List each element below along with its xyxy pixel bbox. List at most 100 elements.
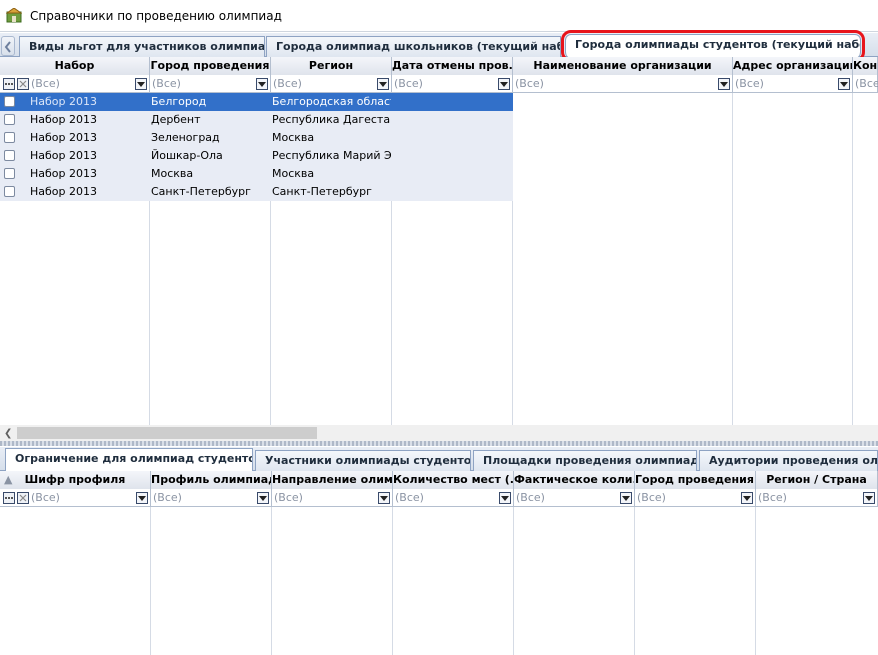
chevron-left-icon (4, 41, 11, 53)
sort-up-icon: ▲ (4, 473, 13, 486)
column-header-city[interactable]: Город проведения... (635, 471, 756, 490)
window-titlebar: Справочники по проведению олимпиад (0, 0, 878, 32)
filter-cell-seats: (Все) (393, 489, 514, 507)
filter-dropdown-button[interactable] (863, 492, 875, 504)
cell-city: Дербент (151, 113, 201, 126)
filter-cell-cancel-date: (Все) (392, 75, 513, 93)
clear-filter-button[interactable] (17, 78, 29, 90)
tab-auditoriums[interactable]: Аудитории проведения олимп (699, 450, 878, 471)
filter-text: (Все) (855, 77, 878, 90)
filter-text: (Все) (758, 491, 787, 504)
column-divider (513, 507, 514, 655)
filter-text: (Все) (515, 77, 544, 90)
column-header-org-address[interactable]: Адрес организации (733, 57, 853, 76)
cell-city: Йошкар-Ола (151, 149, 223, 162)
filter-dropdown-button[interactable] (135, 78, 147, 90)
cell-region: Белгородская область (272, 95, 391, 108)
tab-label: Ограничение для олимпиад студентов (15, 452, 253, 465)
filter-dropdown-button[interactable] (136, 492, 148, 504)
tab-label: Города олимпиады студентов (текущий набо… (575, 38, 861, 51)
filter-dropdown-button[interactable] (256, 78, 268, 90)
column-divider (150, 507, 151, 655)
filter-dropdown-button[interactable] (499, 492, 511, 504)
column-header-direction[interactable]: Направление олим... (272, 471, 393, 490)
top-grid: Набор Город проведения Регион Дата отмен… (0, 57, 878, 425)
filter-dropdown-button[interactable] (377, 78, 389, 90)
ellipsis-icon (5, 83, 13, 85)
tab-benefit-types[interactable]: Виды льгот для участников олимпиад (19, 36, 265, 57)
filter-dropdown-button[interactable] (838, 78, 850, 90)
filter-dropdown-button[interactable] (718, 78, 730, 90)
tab-venues[interactable]: Площадки проведения олимпиады (473, 450, 697, 471)
row-checkbox[interactable] (4, 150, 15, 161)
column-header-contacts[interactable]: Конт (853, 57, 878, 76)
table-row[interactable]: Набор 2013 Санкт-Петербург Санкт-Петербу… (0, 183, 513, 201)
table-row[interactable]: Набор 2013 Зеленоград Москва (0, 129, 513, 147)
window-title: Справочники по проведению олимпиад (30, 9, 282, 23)
tab-school-cities[interactable]: Города олимпиад школьников (текущий набо… (266, 36, 561, 57)
column-header-org-name[interactable]: Наименование организации (513, 57, 733, 76)
top-tabstrip: Виды льгот для участников олимпиад Город… (0, 30, 878, 62)
column-header-city[interactable]: Город проведения (150, 57, 271, 76)
table-row[interactable]: Набор 2013 Белгород Белгородская область (0, 93, 513, 111)
table-row[interactable]: Набор 2013 Москва Москва (0, 165, 513, 183)
cell-city: Белгород (151, 95, 207, 108)
scroll-left-arrow-icon[interactable]: ❮ (4, 428, 12, 439)
bottom-grid: ▲ Шифр профиля Профиль олимпиад... Напра… (0, 471, 878, 655)
filter-text: (Все) (395, 491, 424, 504)
row-checkbox[interactable] (4, 114, 15, 125)
more-options-button[interactable] (3, 78, 15, 90)
cell-nabor: Набор 2013 (30, 149, 97, 162)
tab-student-participants[interactable]: Участники олимпиады студентов (255, 450, 471, 471)
cell-region: Республика Марий Эл (272, 149, 391, 162)
column-header-seats[interactable]: Количество мест (... (393, 471, 514, 490)
cell-city: Москва (151, 167, 194, 180)
filter-text: (Все) (152, 77, 181, 90)
more-options-button[interactable] (3, 492, 15, 504)
column-header-region[interactable]: Регион (271, 57, 392, 76)
horizontal-scrollbar[interactable]: ❮ (0, 425, 878, 441)
column-header-olympiad-profile[interactable]: Профиль олимпиад... (151, 471, 272, 490)
row-checkbox[interactable] (4, 168, 15, 179)
clear-filter-button[interactable] (17, 492, 29, 504)
panel-splitter[interactable] (0, 441, 878, 446)
filter-dropdown-button[interactable] (257, 492, 269, 504)
filter-dropdown-button[interactable] (378, 492, 390, 504)
filter-text: (Все) (31, 77, 60, 90)
tab-label: Города олимпиад школьников (текущий набо… (276, 40, 561, 53)
filter-dropdown-button[interactable] (620, 492, 632, 504)
tab-label: Участники олимпиады студентов (265, 454, 471, 467)
table-row[interactable]: Набор 2013 Дербент Республика Дагестан (0, 111, 513, 129)
column-header-region-country[interactable]: Регион / Страна (756, 471, 878, 490)
table-row[interactable]: Набор 2013 Йошкар-Ола Республика Марий Э… (0, 147, 513, 165)
tab-student-cities[interactable]: Города олимпиады студентов (текущий набо… (561, 30, 865, 62)
filter-text: (Все) (273, 77, 302, 90)
dropdown-arrow-icon (743, 496, 751, 501)
tab-label: Виды льгот для участников олимпиад (29, 40, 265, 53)
column-divider (852, 93, 853, 425)
tab-student-restrictions[interactable]: Ограничение для олимпиад студентов (5, 448, 253, 472)
cell-nabor: Набор 2013 (30, 185, 97, 198)
dropdown-arrow-icon (500, 82, 508, 87)
column-header-cancel-date[interactable]: Дата отмены пров... (392, 57, 513, 76)
tab-label: Аудитории проведения олимп (709, 454, 878, 467)
row-checkbox[interactable] (4, 96, 15, 107)
column-header-label: Шифр профиля (24, 473, 126, 486)
scrollbar-thumb[interactable] (17, 427, 317, 439)
dropdown-arrow-icon (380, 496, 388, 501)
row-checkbox[interactable] (4, 186, 15, 197)
cell-nabor: Набор 2013 (30, 95, 97, 108)
column-header-nabor[interactable]: Набор (0, 57, 150, 76)
column-divider (392, 507, 393, 655)
filter-dropdown-button[interactable] (498, 78, 510, 90)
column-header-profile-code[interactable]: ▲ Шифр профиля (0, 471, 151, 490)
dropdown-arrow-icon (501, 496, 509, 501)
filter-cell-direction: (Все) (272, 489, 393, 507)
filter-dropdown-button[interactable] (741, 492, 753, 504)
cell-nabor: Набор 2013 (30, 167, 97, 180)
dropdown-arrow-icon (622, 496, 630, 501)
row-checkbox[interactable] (4, 132, 15, 143)
tab-scroll-left-button[interactable] (1, 36, 15, 56)
dropdown-arrow-icon (258, 82, 266, 87)
column-header-actual[interactable]: Фактическое коли... (514, 471, 635, 490)
